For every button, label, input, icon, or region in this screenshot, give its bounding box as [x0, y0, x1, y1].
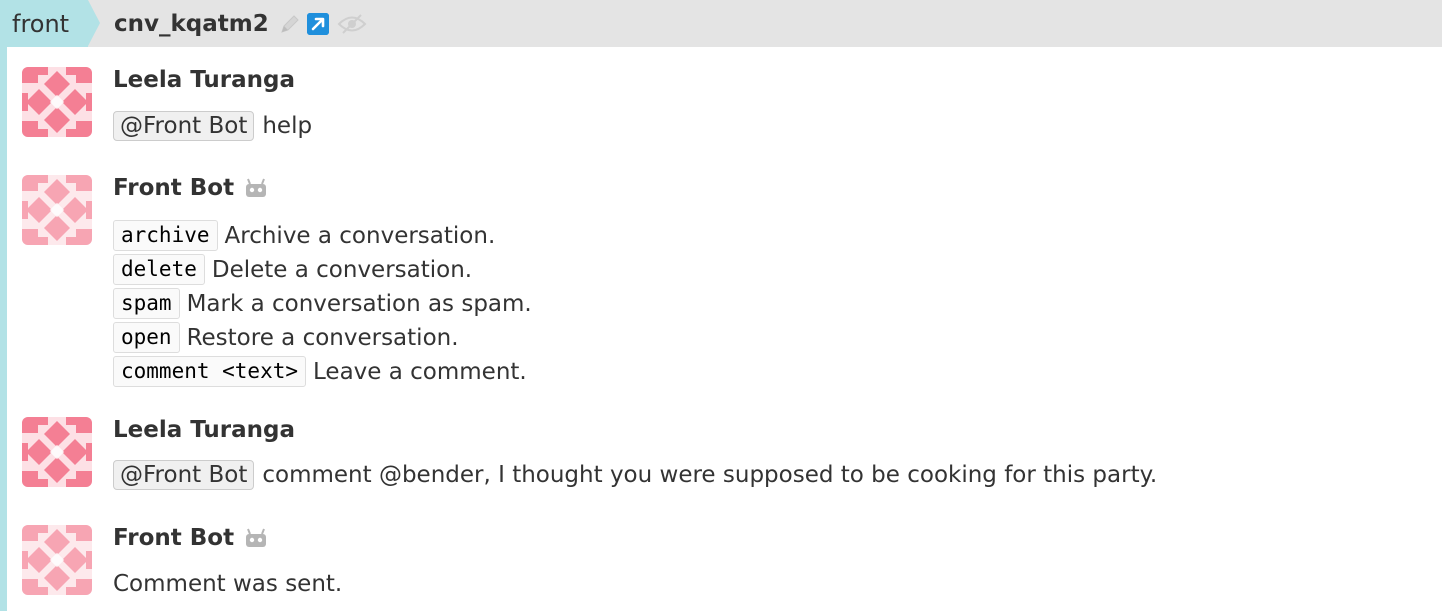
stream-name: front [12, 9, 70, 38]
command-description: Leave a comment. [313, 358, 527, 385]
user-mention[interactable]: @Front Bot [113, 460, 255, 490]
user-mention[interactable]: @Front Bot [113, 111, 255, 141]
command-description: Restore a conversation. [186, 324, 459, 351]
bot-icon [244, 528, 268, 548]
stream-tab[interactable]: front [0, 0, 100, 47]
message-text: Comment was sent. [113, 571, 343, 597]
message-content: @Front Bot comment @bender, I thought yo… [113, 460, 1157, 490]
sender-label: Front Bot [113, 175, 235, 201]
bot-icon [244, 178, 268, 198]
command-code: comment <text> [113, 356, 307, 387]
sender-name[interactable]: Front Bot [113, 525, 268, 551]
command-code: delete [113, 254, 205, 285]
message-content: Comment was sent. [113, 571, 342, 597]
command-row: archive Archive a conversation. [113, 220, 495, 251]
message-list: Leela Turanga @Front Bot help Front Bot [0, 47, 1442, 611]
command-description: Delete a conversation. [211, 256, 473, 283]
command-code: archive [113, 220, 218, 251]
message-content: @Front Bot help [113, 111, 312, 141]
pencil-icon[interactable] [279, 13, 301, 35]
topic-header: front cnv_kqatm2 [0, 0, 1442, 47]
command-row: delete Delete a conversation. [113, 254, 472, 285]
avatar[interactable] [22, 525, 92, 595]
sender-name[interactable]: Leela Turanga [113, 417, 295, 443]
avatar[interactable] [22, 67, 92, 137]
sender-label: Leela Turanga [113, 417, 296, 443]
message-text: comment @bender, I thought you were supp… [262, 462, 1158, 488]
external-link-icon[interactable] [306, 12, 329, 35]
sender-name[interactable]: Front Bot [113, 175, 268, 201]
command-row: comment <text> Leave a comment. [113, 356, 527, 387]
avatar[interactable] [22, 417, 92, 487]
sender-label: Leela Turanga [113, 67, 296, 93]
avatar[interactable] [22, 175, 92, 245]
message-text: help [262, 113, 313, 139]
command-description: Mark a conversation as spam. [186, 290, 532, 317]
command-code: spam [113, 288, 180, 319]
command-row: open Restore a conversation. [113, 322, 459, 353]
command-row: spam Mark a conversation as spam. [113, 288, 532, 319]
command-description: Archive a conversation. [224, 222, 496, 249]
topic-title[interactable]: cnv_kqatm2 [114, 11, 269, 37]
sender-name[interactable]: Leela Turanga [113, 67, 295, 93]
eye-slash-icon[interactable] [337, 13, 367, 35]
sender-label: Front Bot [113, 525, 235, 551]
command-code: open [113, 322, 180, 353]
